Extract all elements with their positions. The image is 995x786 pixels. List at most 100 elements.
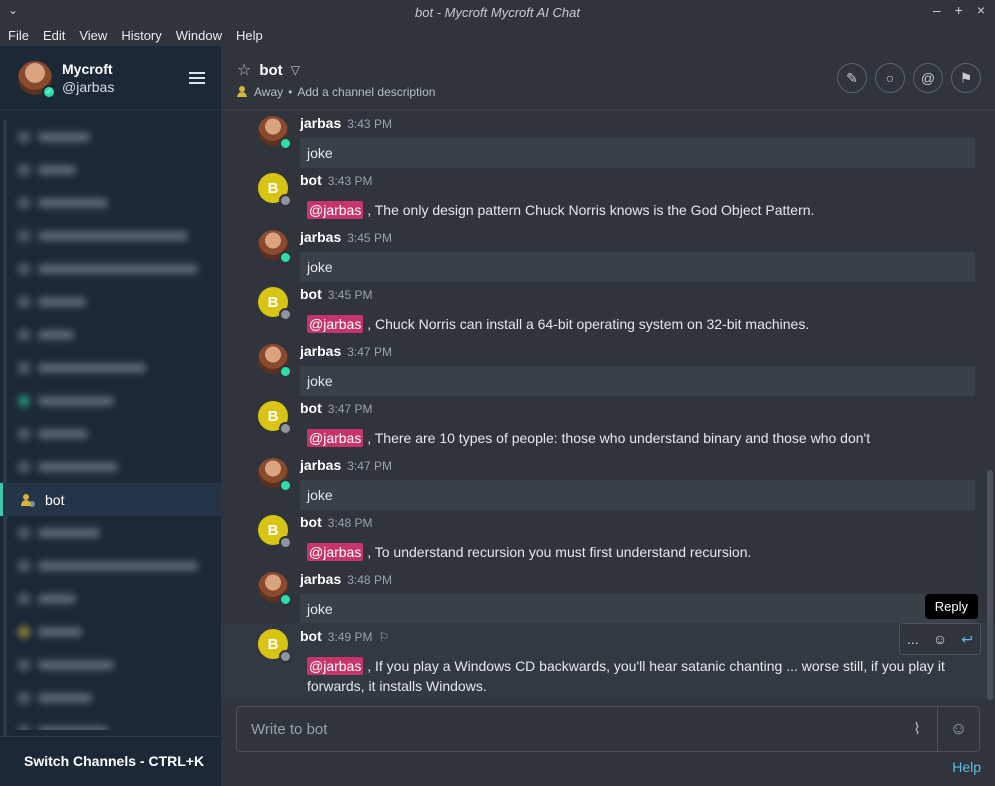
user-mention[interactable]: @jarbas	[307, 543, 364, 561]
message-author[interactable]: jarbas	[300, 229, 341, 245]
user-handle: @jarbas	[62, 78, 115, 95]
avatar[interactable]	[258, 230, 292, 264]
avatar[interactable]: B	[258, 173, 292, 207]
channel-item-blurred[interactable]	[0, 417, 221, 450]
message-item[interactable]: B bot 3:43 PM @jarbas , The only design p…	[221, 167, 995, 224]
channel-item-blurred[interactable]	[0, 615, 221, 648]
emoji-picker-icon[interactable]: ☺	[937, 707, 979, 751]
message-item[interactable]: jarbas 3:48 PM joke	[221, 566, 995, 624]
message-item[interactable]: jarbas 3:47 PM joke	[221, 452, 995, 510]
avatar[interactable]	[258, 458, 292, 492]
channel-item-blurred[interactable]	[0, 681, 221, 714]
mentions-button[interactable]: @	[913, 63, 943, 93]
message-author[interactable]: bot	[300, 400, 322, 416]
channel-item-blurred[interactable]	[0, 219, 221, 252]
user-avatar[interactable]: ✓	[18, 60, 56, 99]
menu-file[interactable]: File	[8, 28, 29, 43]
channel-item-blurred[interactable]	[0, 318, 221, 351]
user-mention[interactable]: @jarbas	[307, 201, 364, 219]
search-button[interactable]: ○	[875, 63, 905, 93]
message-author[interactable]: jarbas	[300, 343, 341, 359]
message-time: 3:47 PM	[347, 459, 392, 473]
message-time: 3:43 PM	[347, 117, 392, 131]
user-mention[interactable]: @jarbas	[307, 429, 364, 447]
sidebar-item-bot[interactable]: bot	[0, 483, 221, 516]
message-author[interactable]: bot	[300, 172, 322, 188]
menu-bar: File Edit View History Window Help	[0, 24, 995, 46]
channel-item-blurred[interactable]	[0, 384, 221, 417]
message-author[interactable]: bot	[300, 514, 322, 530]
message-author[interactable]: bot	[300, 286, 322, 302]
switch-channels-button[interactable]: Switch Channels - CTRL+K	[0, 736, 221, 784]
window-menu-chevron-icon[interactable]: ⌄	[8, 3, 18, 17]
channel-item-blurred[interactable]	[0, 153, 221, 186]
messages-scrollbar[interactable]	[987, 470, 993, 700]
message-body: joke	[300, 480, 975, 510]
avatar[interactable]: B	[258, 515, 292, 549]
flag-icon[interactable]: ⚐	[378, 630, 389, 644]
pin-button[interactable]: ✎	[837, 63, 867, 93]
avatar[interactable]: B	[258, 287, 292, 321]
bot-user-icon	[21, 493, 35, 507]
message-author[interactable]: bot	[300, 628, 322, 644]
message-time: 3:48 PM	[347, 573, 392, 587]
help-link[interactable]: Help	[952, 759, 981, 775]
channel-item-blurred[interactable]	[0, 285, 221, 318]
message-time: 3:45 PM	[327, 288, 373, 302]
channel-item-blurred[interactable]	[0, 186, 221, 219]
channel-item-blurred[interactable]	[0, 351, 221, 384]
avatar[interactable]: B	[258, 629, 292, 663]
channel-item-blurred[interactable]	[0, 714, 221, 730]
channel-list: bot	[0, 120, 221, 730]
room-title: bot	[259, 61, 283, 79]
message-item[interactable]: jarbas 3:47 PM joke	[221, 338, 995, 396]
menu-help[interactable]: Help	[236, 28, 263, 43]
channel-description-link[interactable]: Add a channel description	[297, 85, 435, 99]
menu-window[interactable]: Window	[176, 28, 222, 43]
channel-item-blurred[interactable]	[0, 450, 221, 483]
message-author[interactable]: jarbas	[300, 457, 341, 473]
more-actions-button[interactable]: ...	[907, 631, 919, 647]
message-item[interactable]: jarbas 3:43 PM joke	[221, 110, 995, 168]
avatar[interactable]: B	[258, 401, 292, 435]
message-author[interactable]: jarbas	[300, 115, 341, 131]
channel-item-blurred[interactable]	[0, 582, 221, 615]
message-author[interactable]: jarbas	[300, 571, 341, 587]
message-list: jarbas 3:43 PM joke B bot 3:43 PM @jarbas …	[221, 110, 995, 700]
menu-history[interactable]: History	[121, 28, 161, 43]
online-status-icon: ✓	[42, 84, 56, 99]
menu-edit[interactable]: Edit	[43, 28, 65, 43]
message-composer: ⌇ ☺	[236, 706, 980, 752]
chevron-down-icon[interactable]: ▽	[291, 63, 300, 77]
channel-item-blurred[interactable]	[0, 120, 221, 153]
minimize-icon[interactable]: –	[933, 2, 941, 18]
avatar[interactable]	[258, 116, 292, 150]
reply-icon[interactable]: ↩	[961, 631, 973, 648]
pin-icon: ✎	[846, 69, 858, 86]
favorite-star-icon[interactable]: ☆	[237, 60, 251, 80]
maximize-icon[interactable]: +	[955, 2, 963, 18]
message-input[interactable]	[237, 707, 897, 751]
attach-paperclip-icon[interactable]: ⌇	[897, 719, 937, 739]
message-item[interactable]: jarbas 3:45 PM joke	[221, 224, 995, 282]
avatar[interactable]	[258, 344, 292, 378]
channel-item-blurred[interactable]	[0, 648, 221, 681]
menu-hamburger-icon[interactable]	[189, 72, 205, 84]
add-reaction-icon[interactable]: ☺	[933, 631, 947, 647]
user-mention[interactable]: @jarbas	[307, 657, 364, 675]
room-status: Away	[254, 85, 284, 99]
avatar[interactable]	[258, 572, 292, 606]
message-item[interactable]: B bot 3:49 PM ⚐ @jarbas , If you play a Wi…	[221, 594, 995, 699]
channel-item-blurred[interactable]	[0, 516, 221, 549]
channel-item-blurred[interactable]	[0, 252, 221, 285]
flag-button[interactable]: ⚑	[951, 63, 981, 93]
channel-item-blurred[interactable]	[0, 549, 221, 582]
message-item[interactable]: B bot 3:48 PM @jarbas , To understand rec…	[221, 509, 995, 566]
message-time: 3:49 PM	[327, 630, 373, 644]
menu-view[interactable]: View	[79, 28, 107, 43]
message-body: @jarbas , The only design pattern Chuck …	[307, 201, 815, 219]
close-icon[interactable]: ×	[977, 2, 985, 18]
message-item[interactable]: B bot 3:45 PM @jarbas , Chuck Norris can …	[221, 281, 995, 338]
message-item[interactable]: B bot 3:47 PM @jarbas , There are 10 type…	[221, 395, 995, 452]
user-mention[interactable]: @jarbas	[307, 315, 364, 333]
